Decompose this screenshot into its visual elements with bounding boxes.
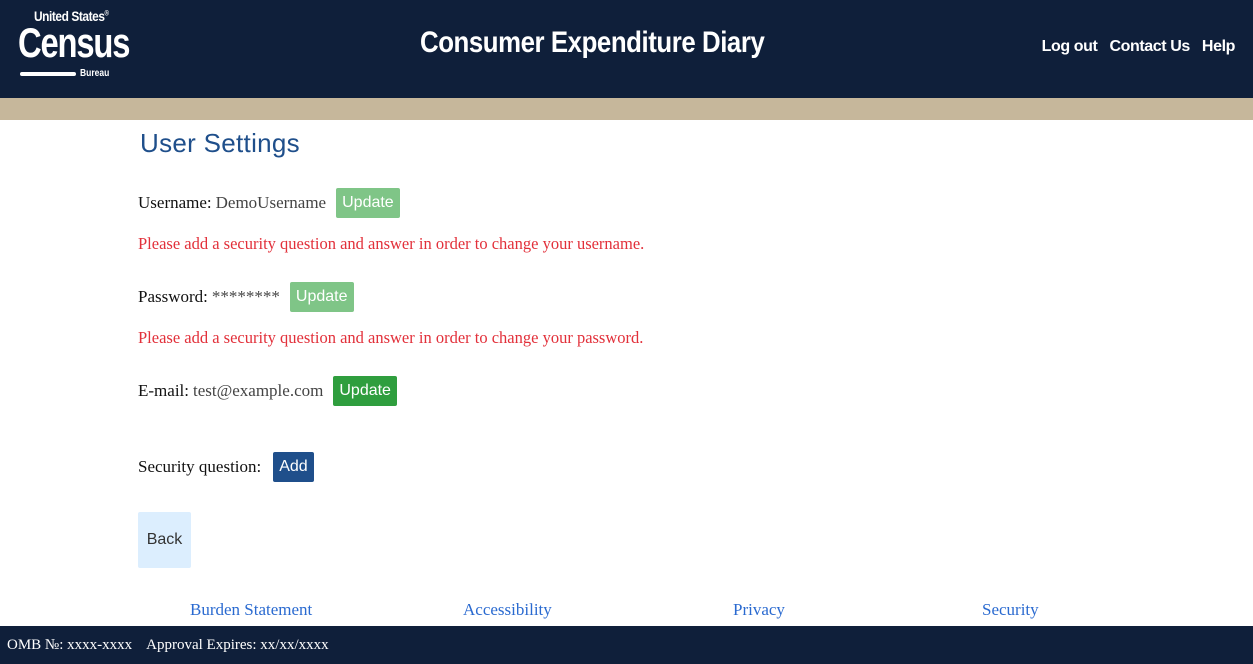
footer-bar: OMB №: xxxx-xxxx Approval Expires: xx/xx…: [0, 626, 1253, 664]
password-warning: Please add a security question and answe…: [138, 328, 644, 347]
site-header: United States® Census Bureau Consumer Ex…: [0, 0, 1253, 98]
update-password-button[interactable]: Update: [289, 282, 354, 312]
footer-links: Burden Statement Accessibility Privacy S…: [0, 600, 1253, 626]
security-question-row: Security question: Add: [138, 452, 314, 482]
logo-bureau: Bureau: [80, 68, 110, 79]
add-security-question-button[interactable]: Add: [273, 452, 314, 482]
back-button[interactable]: Back: [138, 512, 191, 568]
privacy-link[interactable]: Privacy: [733, 600, 785, 620]
burden-statement-link[interactable]: Burden Statement: [190, 600, 312, 620]
census-logo[interactable]: United States® Census Bureau: [18, 8, 138, 92]
logo-bar: [20, 72, 76, 76]
username-warning: Please add a security question and answe…: [138, 234, 645, 253]
update-username-button[interactable]: Update: [336, 188, 400, 218]
email-row: E-mail: test@example.com Update: [138, 376, 397, 406]
username-value: DemoUsername: [215, 193, 327, 212]
page-title: User Settings: [140, 128, 300, 158]
email-value: test@example.com: [192, 381, 324, 400]
app-title: Consumer Expenditure Diary: [420, 26, 765, 59]
password-label: Password:: [138, 287, 208, 306]
approval-expiration: Approval Expires: xx/xx/xxxx: [146, 636, 329, 653]
update-email-button[interactable]: Update: [333, 376, 397, 406]
username-label: Username:: [138, 193, 212, 212]
help-link[interactable]: Help: [1202, 38, 1235, 56]
username-row: Username: DemoUsername Update: [138, 188, 400, 218]
email-label: E-mail:: [138, 381, 189, 400]
password-row: Password: ******** Update: [138, 282, 354, 312]
accessibility-link[interactable]: Accessibility: [463, 600, 552, 620]
contact-us-link[interactable]: Contact Us: [1109, 38, 1190, 56]
top-nav: Log out Contact Us Help: [1042, 38, 1236, 56]
logo-wordmark: Census: [18, 19, 130, 66]
omb-number: OMB №: xxxx-xxxx: [7, 636, 133, 653]
header-accent-strip: [0, 98, 1253, 120]
logout-link[interactable]: Log out: [1042, 38, 1098, 56]
security-link[interactable]: Security: [982, 600, 1039, 620]
security-question-label: Security question:: [138, 457, 262, 476]
password-value: ********: [211, 287, 280, 306]
